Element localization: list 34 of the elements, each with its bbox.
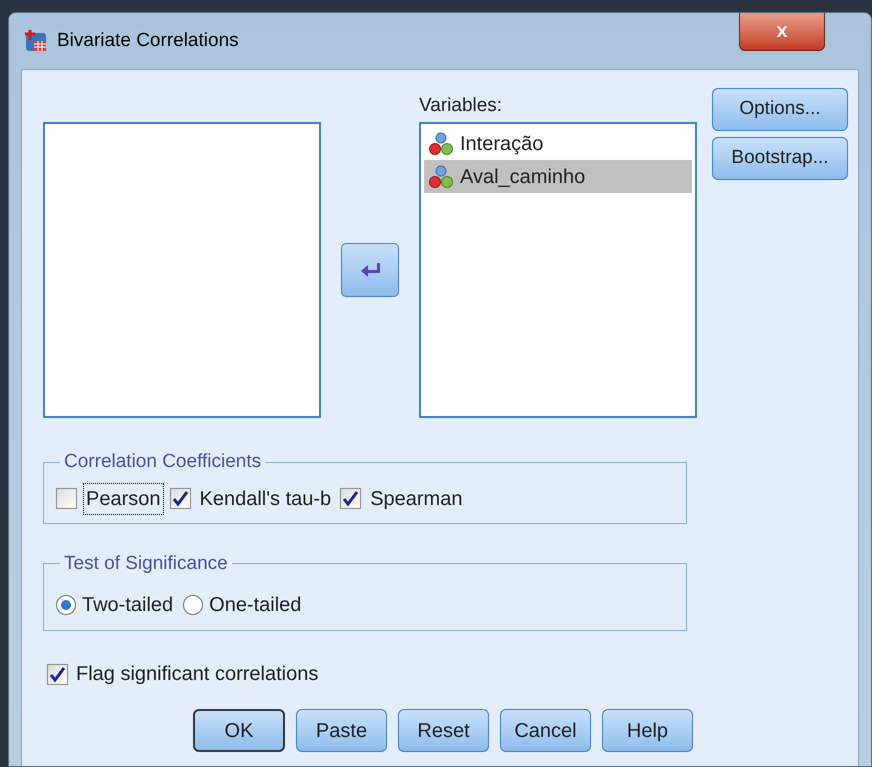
- app-icon: [23, 28, 49, 54]
- group-title: Test of Significance: [63, 552, 229, 576]
- radio-button[interactable]: [56, 595, 76, 615]
- dialog-button[interactable]: Paste: [296, 709, 387, 752]
- dialog-button[interactable]: Reset: [398, 709, 489, 752]
- source-list[interactable]: [43, 122, 321, 418]
- checkbox-label: Kendall's tau-b: [198, 486, 332, 512]
- variable-item[interactable]: Aval_caminho: [424, 160, 692, 193]
- variables-label: Variables:: [419, 96, 504, 118]
- checkmark-icon: [49, 666, 66, 682]
- variables-list[interactable]: Interação Aval_caminho: [419, 122, 697, 418]
- checkbox-label: Pearson: [83, 482, 164, 514]
- dialog-button[interactable]: Options...: [712, 88, 848, 131]
- move-button[interactable]: [341, 243, 399, 297]
- dialog-button[interactable]: OK: [193, 709, 285, 752]
- radio-button[interactable]: [183, 595, 204, 615]
- variable-icon: [428, 130, 454, 156]
- left-arrow-icon: [359, 261, 381, 279]
- radio-label: Two-tailed: [82, 593, 174, 618]
- checkmark-icon: [172, 490, 188, 507]
- checkbox[interactable]: [170, 488, 190, 509]
- dialog-button[interactable]: Bootstrap...: [712, 137, 848, 180]
- variable-icon: [428, 164, 454, 190]
- group-title: Correlation Coefficients: [63, 450, 262, 474]
- dialog-button[interactable]: Cancel: [500, 709, 591, 752]
- checkbox[interactable]: [340, 488, 362, 509]
- radio-label: One-tailed: [209, 593, 302, 618]
- window-title: Bivariate Correlations: [57, 28, 239, 53]
- checkbox-label: Flag significant correlations: [76, 662, 318, 687]
- checkbox[interactable]: [47, 664, 68, 684]
- checkmark-icon: [342, 490, 360, 507]
- dialog-button[interactable]: Help: [602, 709, 693, 752]
- checkbox[interactable]: [56, 488, 77, 509]
- checkbox-label: Spearman: [369, 486, 464, 512]
